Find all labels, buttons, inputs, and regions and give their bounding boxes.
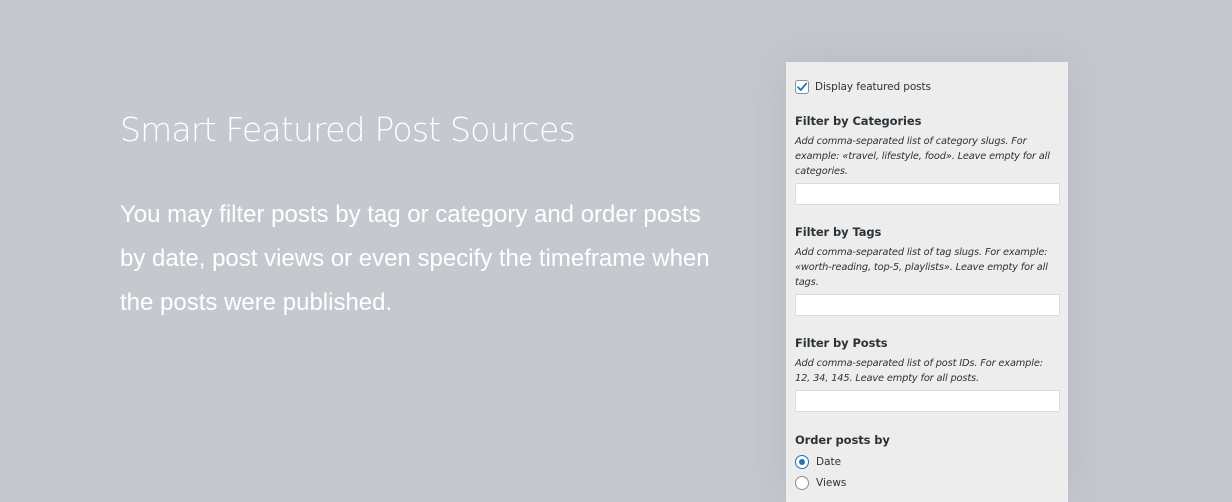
filter-categories-input[interactable] <box>795 183 1060 205</box>
order-posts-section: Order posts by Date Views <box>795 433 1059 490</box>
display-featured-label: Display featured posts <box>815 81 931 93</box>
filter-posts-help: Add comma-separated list of post IDs. Fo… <box>795 358 1043 384</box>
filter-posts-section: Filter by Posts Add comma-separated list… <box>795 336 1060 412</box>
checkmark-icon <box>797 82 808 91</box>
filter-categories-section: Filter by Categories Add comma-separated… <box>795 114 1060 205</box>
order-views-label: Views <box>816 476 847 489</box>
hero-description: You may filter posts by tag or category … <box>120 201 710 316</box>
filter-categories-title: Filter by Categories <box>795 114 922 128</box>
hero-title: Smart Featured Post Sources <box>120 110 576 149</box>
order-date-label: Date <box>816 455 842 468</box>
filter-tags-section: Filter by Tags Add comma-separated list … <box>795 225 1060 316</box>
order-views-radio[interactable] <box>795 475 809 490</box>
filter-posts-input[interactable] <box>795 390 1060 412</box>
display-featured-row[interactable]: Display featured posts <box>795 80 1059 94</box>
filter-tags-input[interactable] <box>795 294 1060 316</box>
filter-tags-help: Add comma-separated list of tag slugs. F… <box>795 247 1048 288</box>
filter-tags-title: Filter by Tags <box>795 225 882 239</box>
filter-posts-title: Filter by Posts <box>795 336 888 350</box>
order-date-radio[interactable] <box>795 454 809 469</box>
radio-selected-dot <box>799 458 805 465</box>
order-option-date[interactable]: Date <box>795 454 1059 469</box>
featured-posts-settings-panel: Display featured posts Filter by Categor… <box>786 62 1068 502</box>
order-option-views[interactable]: Views <box>795 475 1059 490</box>
filter-categories-help: Add comma-separated list of category slu… <box>795 136 1050 177</box>
display-featured-checkbox[interactable] <box>795 80 809 94</box>
order-posts-title: Order posts by <box>795 433 890 447</box>
